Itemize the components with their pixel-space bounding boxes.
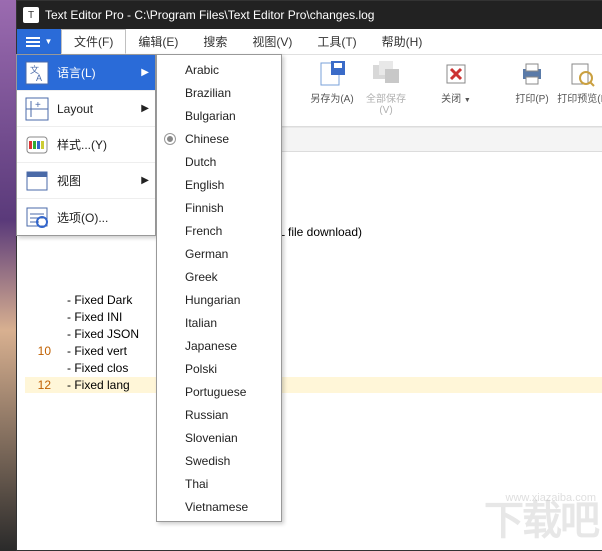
menu-item-label: 视图 xyxy=(57,172,141,189)
language-option-russian[interactable]: Russian xyxy=(157,403,281,426)
language-option-chinese[interactable]: Chinese xyxy=(157,127,281,150)
window-title: Text Editor Pro - C:\Program Files\Text … xyxy=(45,8,374,22)
language-label: French xyxy=(185,224,222,238)
svg-text:A: A xyxy=(36,73,42,83)
language-option-vietnamese[interactable]: Vietnamese xyxy=(157,495,281,518)
menu-2[interactable]: 搜索 xyxy=(191,29,240,54)
language-option-finnish[interactable]: Finnish xyxy=(157,196,281,219)
language-option-hungarian[interactable]: Hungarian xyxy=(157,288,281,311)
menu-item-icon: 文A xyxy=(23,59,51,87)
decorative-left-strip xyxy=(0,0,16,551)
menu-item-icon xyxy=(23,203,51,231)
toolbar-label: 另存为(A) xyxy=(310,94,353,105)
menu-3[interactable]: 视图(V) xyxy=(240,29,305,54)
toolbar-icon xyxy=(519,61,545,87)
chevron-down-icon: ▼ xyxy=(45,37,53,46)
language-label: Bulgarian xyxy=(185,109,236,123)
file-menu-dropdown[interactable]: 文A语言(L)▶+Layout▶样式...(Y)视图▶选项(O)... xyxy=(16,54,156,236)
language-label: English xyxy=(185,178,224,192)
language-label: Hungarian xyxy=(185,293,240,307)
radio-selected-icon xyxy=(165,134,175,144)
app-icon: T xyxy=(23,7,39,23)
language-option-thai[interactable]: Thai xyxy=(157,472,281,495)
file-menu-item-2[interactable]: 样式...(Y) xyxy=(17,127,155,163)
menu-item-icon xyxy=(23,131,51,159)
toolbar-另存为(A)[interactable]: 另存为(A) xyxy=(307,61,357,105)
menu-item-icon: + xyxy=(23,95,51,123)
menu-item-icon xyxy=(23,167,51,195)
titlebar[interactable]: T Text Editor Pro - C:\Program Files\Tex… xyxy=(17,1,602,29)
menu-1[interactable]: 编辑(E) xyxy=(126,29,191,54)
language-option-dutch[interactable]: Dutch xyxy=(157,150,281,173)
toolbar-icon xyxy=(443,61,469,87)
chevron-right-icon: ▶ xyxy=(141,175,149,186)
language-label: Greek xyxy=(185,270,218,284)
toolbar-打印预览(I)[interactable]: 打印预览(I) xyxy=(557,61,602,105)
line-number: 10 xyxy=(25,343,51,359)
editor-line: - Fixed INI xyxy=(25,310,126,324)
chevron-right-icon: ▶ xyxy=(141,67,149,78)
file-menu-item-1[interactable]: + Layout▶ xyxy=(17,91,155,127)
toolbar-label: 打印(P) xyxy=(515,94,548,105)
toolbar-打印(P)[interactable]: 打印(P) xyxy=(507,61,557,105)
menu-item-label: 选项(O)... xyxy=(57,209,149,226)
language-label: Vietnamese xyxy=(185,500,248,514)
language-option-japanese[interactable]: Japanese xyxy=(157,334,281,357)
file-menu-item-0[interactable]: 文A 语言(L)▶ xyxy=(17,55,155,91)
file-menu-item-4[interactable]: 选项(O)... xyxy=(17,199,155,235)
language-label: Polski xyxy=(185,362,217,376)
hamburger-icon xyxy=(26,35,40,49)
toolbar-label: 打印预览(I) xyxy=(557,94,602,105)
svg-text:+: + xyxy=(35,100,41,111)
toolbar-全部保存(V): 全部保存(V) xyxy=(361,61,411,116)
language-option-bulgarian[interactable]: Bulgarian xyxy=(157,104,281,127)
toolbar-icon xyxy=(373,61,399,87)
language-label: Chinese xyxy=(185,132,229,146)
language-label: Portuguese xyxy=(185,385,246,399)
app-menu-button[interactable]: ▼ xyxy=(17,29,61,54)
editor-line xyxy=(25,276,57,290)
language-label: Japanese xyxy=(185,339,237,353)
language-option-greek[interactable]: Greek xyxy=(157,265,281,288)
menu-item-label: 样式...(Y) xyxy=(57,136,149,153)
language-option-brazilian[interactable]: Brazilian xyxy=(157,81,281,104)
menu-5[interactable]: 帮助(H) xyxy=(370,29,436,54)
language-option-english[interactable]: English xyxy=(157,173,281,196)
language-option-portuguese[interactable]: Portuguese xyxy=(157,380,281,403)
language-submenu[interactable]: Arabic Brazilian Bulgarian Chinese Dutch Engl… xyxy=(156,54,282,522)
language-label: Brazilian xyxy=(185,86,231,100)
menu-item-label: 语言(L) xyxy=(57,64,141,81)
language-label: Arabic xyxy=(185,63,219,77)
language-option-swedish[interactable]: Swedish xyxy=(157,449,281,472)
chevron-right-icon: ▶ xyxy=(141,103,149,114)
language-label: Thai xyxy=(185,477,208,491)
menu-item-label: Layout xyxy=(57,102,141,116)
language-option-slovenian[interactable]: Slovenian xyxy=(157,426,281,449)
language-option-arabic[interactable]: Arabic xyxy=(157,58,281,81)
language-option-german[interactable]: German xyxy=(157,242,281,265)
menubar: ▼ 文件(F)编辑(E)搜索视图(V)工具(T)帮助(H) xyxy=(17,29,602,55)
toolbar-label: 关闭 ▼ xyxy=(441,94,471,105)
file-menu-item-3[interactable]: 视图▶ xyxy=(17,163,155,199)
language-label: Swedish xyxy=(185,454,230,468)
language-label: Dutch xyxy=(185,155,216,169)
language-label: Slovenian xyxy=(185,431,238,445)
editor-line: - Fixed Dark xyxy=(25,293,132,307)
language-option-polski[interactable]: Polski xyxy=(157,357,281,380)
line-number: 12 xyxy=(25,377,51,393)
language-option-italian[interactable]: Italian xyxy=(157,311,281,334)
toolbar-关闭[interactable]: 关闭 ▼ xyxy=(431,61,481,105)
language-label: Italian xyxy=(185,316,217,330)
menu-4[interactable]: 工具(T) xyxy=(305,29,369,54)
language-option-french[interactable]: French xyxy=(157,219,281,242)
editor-line: 12 - Fixed lang xyxy=(25,377,602,393)
toolbar-icon xyxy=(319,61,345,87)
language-label: Finnish xyxy=(185,201,224,215)
menu-0[interactable]: 文件(F) xyxy=(61,29,126,54)
editor-line: - Fixed JSON xyxy=(25,327,139,341)
toolbar-label: 全部保存(V) xyxy=(366,94,406,116)
language-label: Russian xyxy=(185,408,228,422)
toolbar-icon xyxy=(569,61,595,87)
language-label: German xyxy=(185,247,228,261)
